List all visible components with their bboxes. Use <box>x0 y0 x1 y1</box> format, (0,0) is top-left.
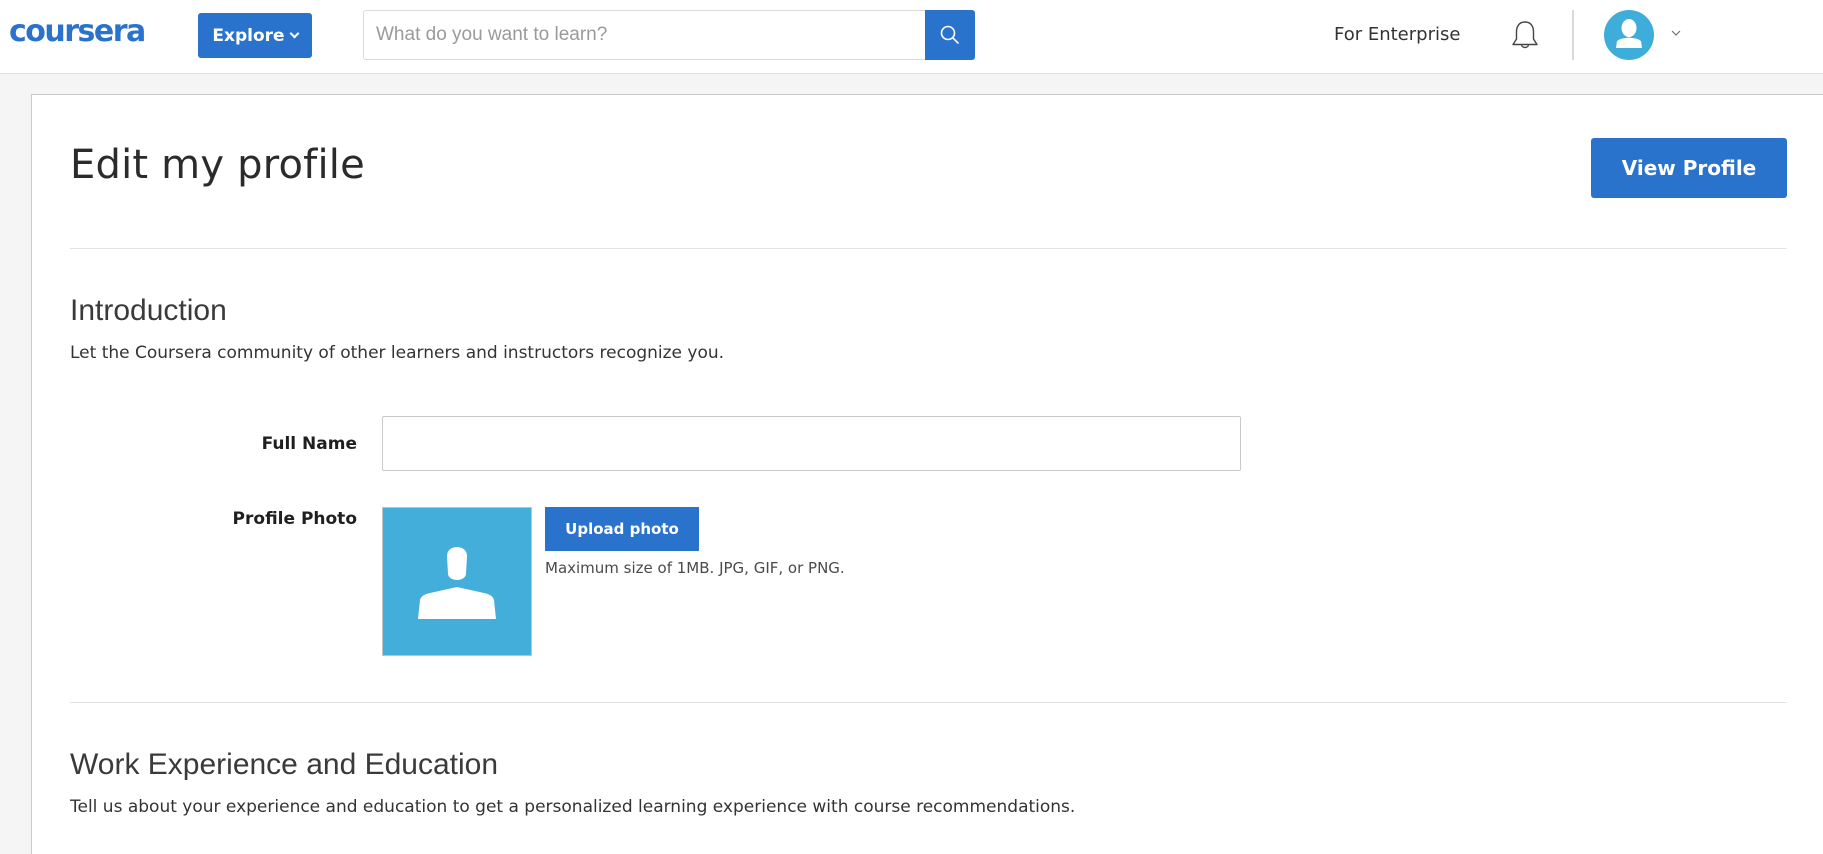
user-avatar-button[interactable] <box>1604 10 1654 60</box>
introduction-heading: Introduction <box>70 294 227 327</box>
upload-photo-button[interactable]: Upload photo <box>545 507 699 551</box>
view-profile-button[interactable]: View Profile <box>1591 138 1787 198</box>
work-education-description: Tell us about your experience and educat… <box>70 797 1076 817</box>
profile-photo-placeholder <box>382 507 532 656</box>
full-name-input[interactable] <box>382 416 1241 471</box>
search-input[interactable] <box>363 10 925 60</box>
search-icon <box>940 25 959 44</box>
search-button[interactable] <box>925 10 975 60</box>
coursera-logo[interactable]: coursera <box>9 16 146 48</box>
full-name-label: Full Name <box>261 434 357 454</box>
for-enterprise-link[interactable]: For Enterprise <box>1334 24 1460 45</box>
divider <box>70 248 1787 249</box>
introduction-description: Let the Coursera community of other lear… <box>70 343 725 363</box>
explore-label: Explore <box>212 25 285 46</box>
profile-card <box>31 94 1823 854</box>
top-nav-bar: coursera Explore For Enterprise <box>0 0 1823 74</box>
default-user-icon <box>418 547 496 619</box>
user-avatar-icon <box>1616 19 1642 48</box>
search-bar <box>363 10 975 60</box>
header-divider <box>1572 10 1574 60</box>
profile-photo-label: Profile Photo <box>232 509 357 529</box>
work-education-heading: Work Experience and Education <box>70 748 499 781</box>
chevron-down-icon <box>289 28 300 39</box>
page-title: Edit my profile <box>70 142 365 188</box>
divider <box>70 702 1787 703</box>
explore-button[interactable]: Explore <box>198 13 312 58</box>
bell-icon[interactable] <box>1508 18 1542 54</box>
chevron-down-icon[interactable] <box>1671 28 1681 38</box>
upload-hint: Maximum size of 1MB. JPG, GIF, or PNG. <box>545 559 845 577</box>
